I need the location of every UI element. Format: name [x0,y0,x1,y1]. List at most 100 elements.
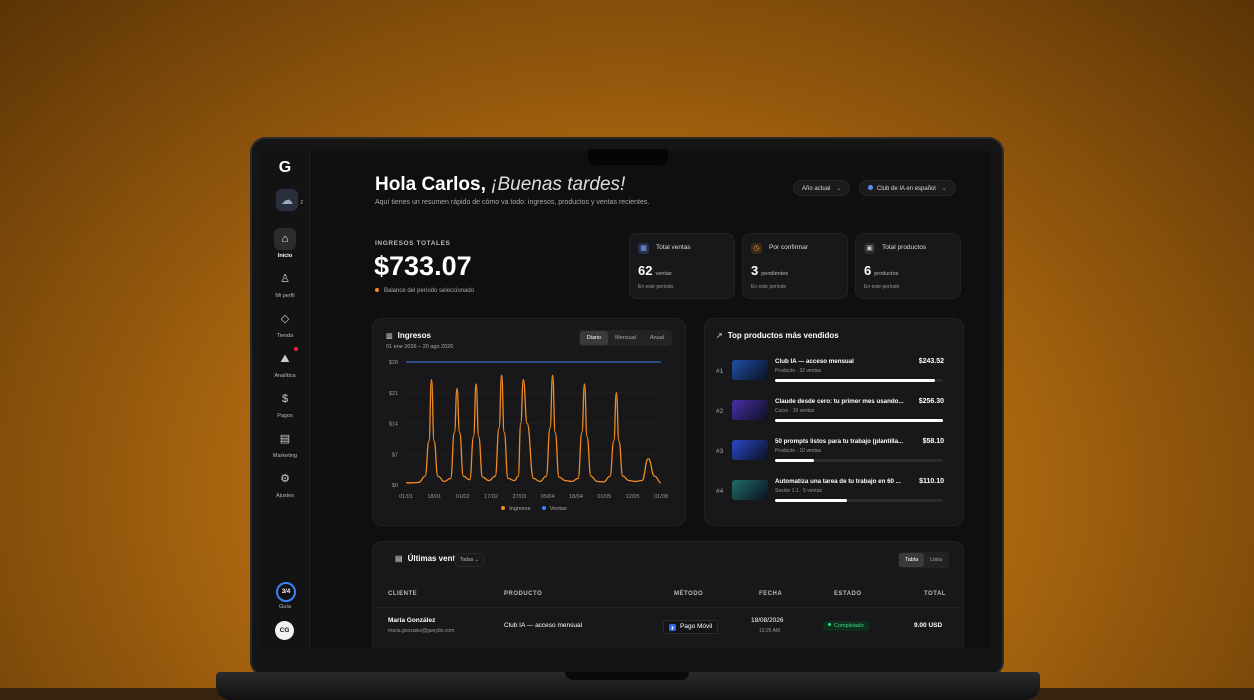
x-tick-label: 18/04 [569,494,583,500]
x-tick-label: 12/05 [626,494,640,500]
product-rank: #4 [716,488,724,495]
sidebar-item-tienda[interactable]: ◇ Tienda [261,308,309,339]
stat-period: En este período [864,284,900,290]
stat-period: En este período [638,284,674,290]
x-tick-label: 17/02 [484,494,498,500]
product-share-fill [775,459,814,462]
status-badge: Completado [823,621,869,631]
col-total[interactable]: TOTAL [924,591,946,597]
income-label: INGRESOS TOTALES [375,240,451,247]
series-line-ingresos [406,374,662,484]
y-tick-label: $0 [392,483,398,489]
sidebar-item-label: Tienda [276,333,294,339]
chevron-down-icon: ⌄ [941,186,947,192]
sidebar-item-marketing[interactable]: ▤ Marketing [261,428,309,459]
greeting-italic: ¡Buenas tardes! [491,174,626,195]
income-chart-card: ▥ Ingresos 01 ene 2026 – 20 ago 2026 Diar… [372,318,686,526]
top-products-title: ↗ Top productos más vendidos [716,331,839,340]
stat-card-por-confirmar[interactable]: ◷ Por confirmar 3 pendientes En este perí… [742,233,848,299]
col-metodo[interactable]: MÉTODO [674,591,703,597]
table-header-divider [374,607,964,608]
sidebar-item-ajustes[interactable]: ⚙ Ajustes [261,468,309,499]
briefcase-icon: ▤ [279,433,291,445]
product-rank: #3 [716,448,724,455]
app-logo[interactable]: G [275,160,295,176]
stat-number-wrap: 6 productos [864,263,898,278]
sidebar-item-label: Pagos [277,413,293,419]
stat-card-total-productos[interactable]: ▣ Total productos 6 productos En este per… [855,233,961,299]
payment-method-text: Pago Móvil [680,623,713,630]
club-select[interactable]: Club de IA en español ⌄ [859,180,956,196]
sidebar-item-pagos[interactable]: $ Pagos [261,388,309,419]
stat-number: 6 [864,263,872,278]
sidebar-item-label: Analítica [274,373,296,379]
view-tabla[interactable]: Tabla [899,553,925,567]
period-select[interactable]: Año actual ⌄ [793,180,851,196]
x-tick-label: 27/03 [512,494,526,500]
legend-orange-dot [501,506,506,510]
client-name: María González [388,617,436,624]
sales-view-toggle: Tabla Lista [898,552,949,568]
stat-card-total-ventas[interactable]: ▦ Total ventas 62 ventas En este período [629,233,735,299]
sales-filter-select[interactable]: Todas ⌄ [454,553,485,567]
laptop-base-groove [565,672,689,680]
chart-legend: Ingresos Ventas [373,506,685,512]
notification-dot-icon [294,347,298,351]
col-producto[interactable]: PRODUCTO [504,591,542,597]
top-products-card: ↗ Top productos más vendidos #1 Club IA — … [704,318,964,526]
product-price: $243.52 [918,358,944,365]
x-tick-label: 01/08 [654,494,668,500]
top-products-title-text: Top productos más vendidos [727,331,839,340]
col-fecha[interactable]: FECHA [759,591,782,597]
mobile-pay-icon: ▮ [669,624,676,631]
stat-period: En este período [751,284,787,290]
top-product-row[interactable]: #3 50 prompts listos para tu trabajo (pla… [705,436,963,470]
sidebar-item-label: Mi perfil [275,293,295,299]
clock-icon: ◷ [751,243,762,254]
view-lista[interactable]: Lista [924,553,948,567]
sidebar-item-label: Ajustes [275,493,295,499]
sidebar-item-anal-tica[interactable]: ⛰ Analítica [261,347,309,379]
analytics-icon: ⛰ [280,353,290,365]
camera-notch [588,149,668,165]
product-price: $256.30 [918,398,944,405]
stat-title: Total productos [882,244,927,251]
chevron-down-icon: ⌄ [836,186,842,192]
stat-unit: pendientes [761,271,789,277]
y-tick-label: $21 [389,391,398,397]
product-rank: #2 [716,408,724,415]
page-title: Hola Carlos, ¡Buenas tardes! [375,174,625,196]
legend-ventas: Ventas [549,506,567,512]
col-cliente[interactable]: CLIENTE [388,591,417,597]
product-name: Club IA — acceso mensual [775,358,854,365]
top-product-row[interactable]: #2 Claude desde cero: tu primer mes usand… [705,396,963,430]
x-tick-label: 18/01 [427,494,441,500]
stat-unit: ventas [655,271,672,277]
legend-ingresos: Ingresos [509,506,531,512]
sale-time: 10:26 AM [759,628,781,634]
sidebar-item-inicio[interactable]: ⌂ Inicio [261,228,309,259]
sidebar-item-label: Marketing [272,453,298,459]
guide-progress-ring[interactable]: 3/4 [276,582,296,602]
product-share-fill [775,379,935,382]
stat-number-wrap: 3 pendientes [751,263,788,278]
user-icon: ♙ [280,273,290,285]
income-note: Balance del período seleccionado [375,288,474,294]
product-desc: Producto · 10 ventas [775,448,822,454]
sidebar: G ☁ 2 ⌂ Inicio ♙ Mi perfil ◇ Tienda ⛰ Analítica $… [261,151,310,648]
avatar[interactable]: CG [275,621,294,640]
product-desc: Producto · 32 ventas [775,368,822,374]
product-name: Automatiza una tarea de tu trabajo en 60… [775,478,901,485]
product-share-fill [775,499,848,502]
brain-icon[interactable]: ☁ 2 [276,189,303,211]
top-product-row[interactable]: #4 Automatiza una tarea de tu trabajo en … [705,476,963,510]
guide-label: Guía [279,604,291,610]
tag-icon: ◇ [280,313,290,325]
y-tick-label: $28 [389,360,398,366]
top-product-row[interactable]: #1 Club IA — acceso mensual Producto · 32 … [705,356,963,390]
product-share-bar [775,459,943,462]
product-rank: #1 [716,368,724,375]
client-email: maria.gonzalez@gueybo.com [388,628,455,634]
col-estado[interactable]: ESTADO [834,591,862,597]
sidebar-item-mi-perfil[interactable]: ♙ Mi perfil [261,268,309,299]
